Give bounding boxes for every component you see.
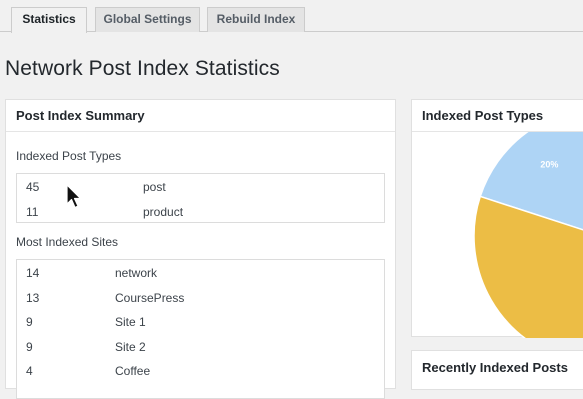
tab-statistics[interactable]: Statistics (11, 7, 87, 33)
pie-slice-label: 20% (540, 160, 558, 170)
tab-bar: Statistics Global Settings Rebuild Index (0, 0, 583, 33)
most-indexed-sites-label: Most Indexed Sites (16, 235, 119, 249)
post-type-name: product (143, 204, 184, 219)
list-item: 13 CoursePress (17, 286, 384, 311)
tab-global-settings[interactable]: Global Settings (95, 7, 200, 32)
post-index-summary-title: Post Index Summary (6, 100, 395, 132)
site-name: network (115, 266, 158, 280)
post-type-name: post (143, 180, 166, 194)
site-count: 13 (26, 290, 40, 305)
post-index-summary-panel: Post Index Summary Indexed Post Types 45… (5, 99, 396, 399)
post-types-pie-chart: 20% (473, 132, 583, 338)
list-item: 14 network (17, 261, 384, 286)
list-item: 9 Site 2 (17, 335, 384, 360)
tab-rebuild-index[interactable]: Rebuild Index (207, 7, 305, 32)
most-indexed-sites-list: 14 network 13 CoursePress 9 Site 1 9 Sit… (16, 259, 385, 399)
post-type-count: 11 (26, 204, 39, 219)
site-name: Site 1 (115, 315, 146, 329)
site-name: CoursePress (115, 290, 185, 305)
post-type-count: 45 (26, 180, 40, 194)
indexed-post-types-panel: Indexed Post Types 20% (411, 99, 583, 338)
site-count: 9 (26, 315, 33, 329)
site-name: Coffee (115, 364, 151, 378)
page-title: Network Post Index Statistics (5, 57, 280, 80)
mouse-cursor-icon (66, 184, 82, 209)
site-count: 4 (26, 364, 33, 378)
site-name: Site 2 (115, 339, 146, 354)
recently-indexed-posts-panel: Recently Indexed Posts (411, 350, 583, 390)
list-item: 4 Coffee (17, 359, 384, 384)
indexed-post-types-label: Indexed Post Types (16, 149, 122, 163)
site-count: 14 (26, 266, 40, 280)
recently-indexed-posts-title: Recently Indexed Posts (422, 360, 568, 375)
list-item: 9 Site 1 (17, 310, 384, 335)
indexed-post-types-chart-title: Indexed Post Types (412, 100, 583, 132)
site-count: 9 (26, 339, 33, 354)
